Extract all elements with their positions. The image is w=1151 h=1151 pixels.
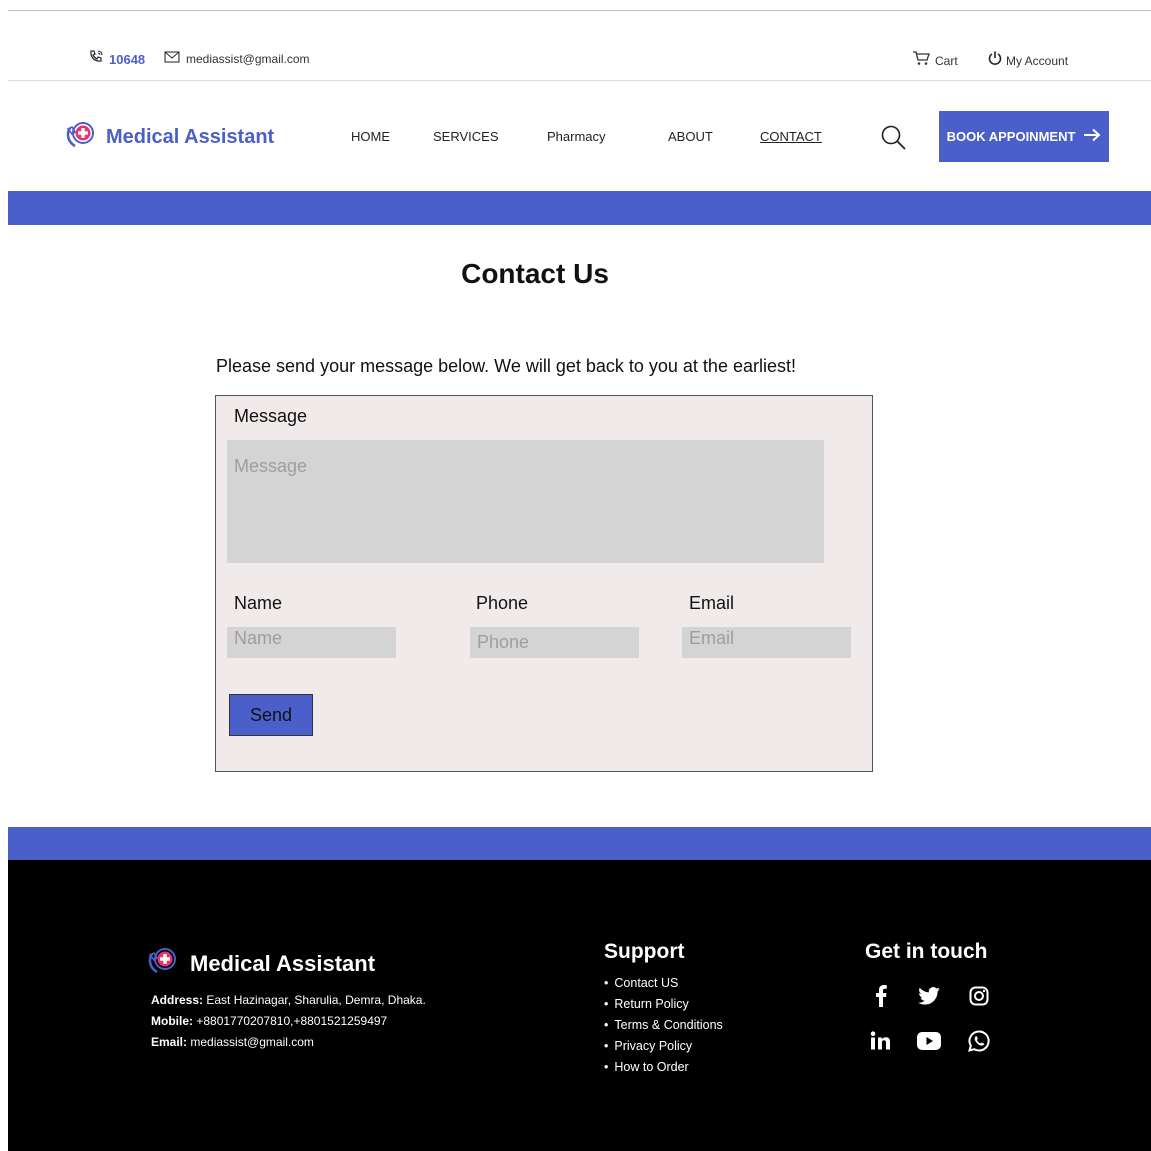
utility-divider [8, 80, 1151, 81]
page-title: Contact Us [461, 258, 609, 289]
utility-bar: 10648 mediassist@gmail.com Cart My Accou… [8, 44, 1151, 80]
message-label: Message [234, 406, 308, 426]
name-label: Name [234, 593, 283, 613]
book-appointment-label: BOOK APPOINMENT [946, 129, 1076, 144]
medical-logo-icon [144, 942, 182, 985]
support-link-privacy[interactable]: Privacy Policy [604, 1036, 723, 1057]
message-textarea[interactable]: Message [227, 440, 824, 563]
facebook-icon[interactable] [868, 983, 894, 1009]
arrow-right-icon [1083, 128, 1101, 145]
top-divider [8, 10, 1151, 11]
support-link-how-to-order[interactable]: How to Order [604, 1057, 723, 1078]
phone-label: Phone [476, 593, 529, 613]
brand-name: Medical Assistant [106, 126, 275, 148]
get-in-touch-heading: Get in touch [865, 940, 988, 963]
name-input[interactable]: Name [227, 627, 396, 658]
footer-email: Email: mediassist@gmail.com [151, 1035, 314, 1049]
send-label: Send [249, 704, 293, 725]
footer-mobile: Mobile: +8801770207810,+8801521259497 [151, 1014, 387, 1028]
brand-logo[interactable]: Medical Assistant [62, 116, 274, 159]
cart-label: Cart [935, 53, 958, 68]
cart-link[interactable]: Cart [912, 50, 958, 71]
phone-number: 10648 [109, 52, 146, 67]
hotline[interactable]: 10648 [88, 49, 145, 70]
email-contact[interactable]: mediassist@gmail.com [164, 50, 310, 68]
address-label: Address: [151, 993, 204, 1007]
nav-contact[interactable]: CONTACT [760, 129, 822, 144]
email-label: Email [689, 593, 735, 613]
hero-band [8, 191, 1151, 225]
cart-icon [912, 50, 930, 71]
medical-logo-icon [62, 116, 100, 159]
search-icon [880, 125, 908, 156]
email-text: mediassist@gmail.com [186, 52, 310, 66]
linkedin-icon[interactable] [868, 1028, 894, 1054]
mobile-value: +8801770207810,+8801521259497 [196, 1014, 388, 1028]
footer-brand[interactable]: Medical Assistant [144, 942, 375, 985]
phone-input[interactable]: Phone [470, 627, 639, 658]
nav-about[interactable]: ABOUT [668, 129, 713, 144]
mail-icon [164, 50, 180, 68]
book-appointment-button[interactable]: BOOK APPOINMENT [939, 111, 1109, 162]
support-link-return[interactable]: Return Policy [604, 994, 723, 1015]
footer-band [8, 827, 1151, 860]
my-account-link[interactable]: My Account [987, 50, 1068, 71]
send-button[interactable]: Send [229, 694, 313, 736]
youtube-icon[interactable] [916, 1028, 942, 1054]
email-label: Email: [151, 1035, 188, 1049]
nav-home[interactable]: HOME [351, 129, 390, 144]
twitter-icon[interactable] [916, 983, 942, 1009]
whatsapp-icon[interactable] [966, 1028, 992, 1054]
email-input[interactable]: Email [682, 627, 851, 658]
instagram-icon[interactable] [966, 983, 992, 1009]
support-links: Contact US Return Policy Terms & Conditi… [604, 973, 723, 1078]
support-link-contact[interactable]: Contact US [604, 973, 723, 994]
intro-text: Please send your message below. We will … [216, 356, 796, 376]
power-icon [987, 50, 1003, 71]
footer-brand-name: Medical Assistant [190, 950, 376, 976]
support-heading: Support [604, 940, 685, 963]
nav-pharmacy[interactable]: Pharmacy [547, 129, 606, 144]
search-button[interactable] [880, 124, 908, 152]
mobile-label: Mobile: [151, 1014, 193, 1028]
footer: Medical Assistant Address: East Hazinaga… [8, 860, 1151, 1151]
account-label: My Account [1006, 53, 1069, 68]
footer-address: Address: East Hazinagar, Sharulia, Demra… [151, 993, 426, 1007]
support-link-terms[interactable]: Terms & Conditions [604, 1015, 722, 1036]
phone-icon [88, 49, 104, 70]
address-value: East Hazinagar, Sharulia, Demra, Dhaka. [206, 993, 426, 1007]
nav-services[interactable]: SERVICES [433, 129, 499, 144]
email-value[interactable]: mediassist@gmail.com [190, 1035, 314, 1049]
